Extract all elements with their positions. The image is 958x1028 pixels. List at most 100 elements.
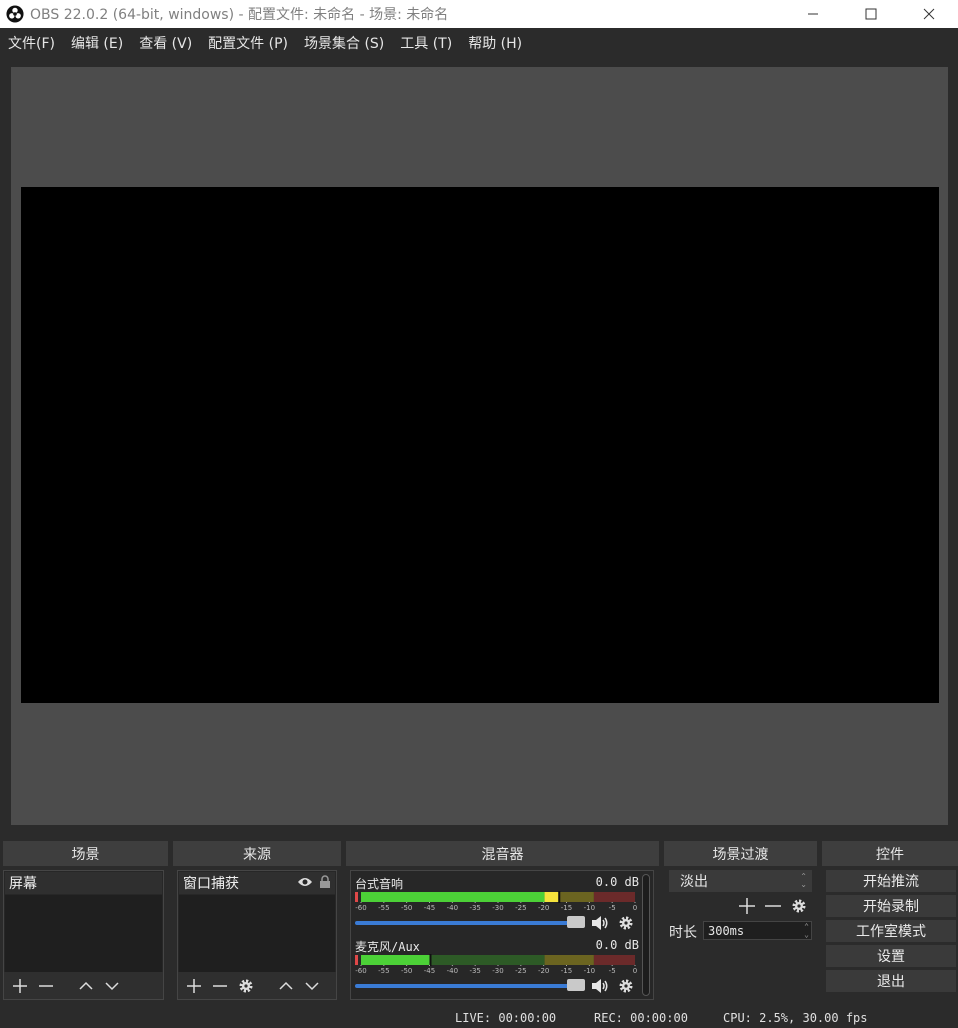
mixer-dock-title: 混音器 [346, 841, 659, 866]
source-list-item[interactable]: 窗口捕获 [179, 872, 335, 894]
obs-logo-icon [6, 5, 24, 23]
exit-button[interactable]: 退出 [826, 970, 956, 992]
channel-settings-button[interactable] [617, 977, 635, 995]
meter-scale-label: -25 [515, 904, 527, 912]
meter-scale-label: -5 [608, 904, 616, 912]
add-scene-button[interactable] [10, 976, 30, 996]
menu-edit[interactable]: 编辑 (E) [63, 33, 131, 53]
minimize-icon [808, 13, 818, 15]
peak-indicator [355, 955, 358, 965]
menu-file[interactable]: 文件(F) [0, 33, 63, 53]
lock-toggle[interactable] [319, 875, 331, 892]
volume-slider-handle[interactable] [567, 979, 585, 991]
gear-icon [619, 979, 633, 993]
maximize-button[interactable] [842, 0, 900, 28]
combo-arrows-icon: ⌃ ⌄ [800, 872, 807, 889]
chevron-down-icon [105, 981, 119, 990]
meter-scale: -60 -55 -50 -45 -40 -35 -30 -25 -20 -15 -10 -5 0 [355, 967, 639, 977]
move-scene-down-button[interactable] [102, 976, 122, 996]
meter-scale-label: -50 [400, 967, 413, 975]
preview-canvas[interactable] [21, 187, 939, 703]
plus-icon [739, 898, 755, 914]
meter-scale-label: -30 [492, 904, 504, 912]
transition-properties-button[interactable] [789, 896, 809, 916]
meter-segment [593, 892, 635, 902]
controls-dock-title: 控件 [822, 841, 958, 866]
meter-scale-label: -35 [469, 967, 481, 975]
transitions-dock-title: 场景过渡 [664, 841, 817, 866]
move-source-down-button[interactable] [302, 976, 322, 996]
move-scene-up-button[interactable] [76, 976, 96, 996]
eye-icon [298, 878, 312, 886]
remove-transition-button[interactable] [763, 896, 783, 916]
meter-scale-label: 0 [632, 904, 638, 912]
plus-icon [13, 978, 27, 993]
add-transition-button[interactable] [737, 896, 757, 916]
meter-scale-label: -60 [355, 904, 367, 912]
speaker-icon [592, 916, 608, 930]
meter-scale-label: -40 [446, 904, 459, 912]
volume-slider-handle[interactable] [567, 916, 585, 928]
studio-mode-button[interactable]: 工作室模式 [826, 920, 956, 942]
peak-hold-marker [558, 891, 561, 903]
duration-value: 300ms [708, 923, 745, 938]
scene-list[interactable] [5, 895, 162, 972]
meter-scale-label: -15 [560, 967, 573, 975]
chevron-down-icon [305, 981, 319, 990]
scene-list-item[interactable]: 屏幕 [5, 872, 162, 894]
meter-scale-label: -15 [560, 904, 573, 912]
remove-scene-button[interactable] [36, 976, 56, 996]
volume-meter [355, 954, 636, 966]
close-button[interactable] [900, 0, 958, 28]
remove-source-button[interactable] [210, 976, 230, 996]
mute-button[interactable] [591, 914, 609, 932]
meter-scale-label: -25 [515, 967, 527, 975]
mute-button[interactable] [591, 977, 609, 995]
source-list[interactable] [179, 895, 335, 972]
meter-scale-label: -60 [355, 967, 367, 975]
volume-slider[interactable] [355, 921, 581, 925]
start-recording-button[interactable]: 开始录制 [826, 895, 956, 917]
meter-scale: -60 -55 -50 -45 -40 -35 -30 -25 -20 -15 -10 -5 0 [355, 904, 639, 914]
menu-scene-collection[interactable]: 场景集合 (S) [296, 33, 392, 53]
settings-button[interactable]: 设置 [826, 945, 956, 967]
scenes-dock-title: 场景 [3, 841, 168, 866]
source-properties-button[interactable] [236, 976, 256, 996]
preview-area[interactable] [11, 67, 948, 825]
gear-icon [792, 899, 806, 913]
meter-segment [361, 955, 430, 965]
visibility-toggle[interactable] [297, 876, 313, 892]
menu-tools[interactable]: 工具 (T) [392, 33, 460, 53]
speaker-icon [592, 979, 608, 993]
volume-slider[interactable] [355, 984, 581, 988]
duration-label: 时长 [669, 925, 697, 941]
scenes-toolbar [4, 972, 163, 999]
maximize-icon [865, 8, 877, 20]
channel-volume-db: 0.0 dB [595, 875, 639, 889]
mixer-scrollbar[interactable] [642, 874, 650, 996]
minus-icon [213, 984, 227, 987]
channel-volume-db: 0.0 dB [595, 938, 639, 952]
meter-scale-label: -55 [378, 967, 390, 975]
cpu-fps-readout: CPU: 2.5%, 30.00 fps [723, 1011, 868, 1025]
transition-select[interactable]: 淡出 ⌃ ⌄ [669, 870, 812, 892]
channel-settings-button[interactable] [617, 914, 635, 932]
transition-selected: 淡出 [680, 874, 708, 890]
menu-view[interactable]: 查看 (V) [131, 33, 200, 53]
minus-icon [39, 984, 53, 987]
spin-arrows-icon[interactable]: ⌃ ⌄ [804, 923, 809, 939]
move-source-up-button[interactable] [276, 976, 296, 996]
start-streaming-button[interactable]: 开始推流 [826, 870, 956, 892]
add-source-button[interactable] [184, 976, 204, 996]
minimize-button[interactable] [784, 0, 842, 28]
meter-scale-label: -40 [446, 967, 459, 975]
scenes-panel: 屏幕 [3, 870, 164, 1000]
meter-scale-label: -20 [537, 967, 550, 975]
duration-spinbox[interactable]: 300ms ⌃ ⌄ [703, 921, 812, 940]
source-name: 窗口捕获 [183, 876, 239, 892]
menu-help[interactable]: 帮助 (H) [460, 33, 530, 53]
meter-scale-label: -30 [492, 967, 504, 975]
menu-profile[interactable]: 配置文件 (P) [200, 33, 296, 53]
close-icon [923, 8, 935, 20]
meter-scale-label: -45 [423, 904, 436, 912]
